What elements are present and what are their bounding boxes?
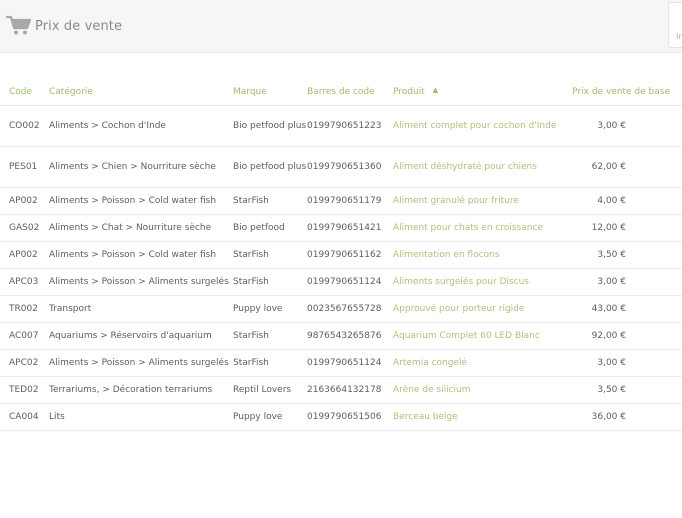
cell-produit[interactable]: Berceau beige [393, 403, 563, 431]
cell-produit[interactable]: Artemia congelé [393, 349, 563, 377]
cell-code: TR002 [0, 295, 49, 323]
cell-categorie: Aliments > Cochon d'Inde [49, 105, 233, 147]
cell-categorie: Aliments > Chat > Nourriture sèche [49, 214, 233, 242]
cell-barres: 0199790651179 [307, 187, 393, 215]
cell-categorie: Lits [49, 403, 233, 431]
cell-categorie: Terrariums, > Décoration terrariums [49, 376, 233, 404]
table-row[interactable]: PES01 Aliments > Chien > Nourriture sèche… [0, 146, 682, 188]
cell-prix: 43,00 € [563, 295, 682, 323]
cell-prix: 36,00 € [563, 403, 682, 431]
cell-code: AP002 [0, 187, 49, 215]
column-header-code[interactable]: Code [0, 78, 49, 106]
cell-code: AC007 [0, 322, 49, 350]
page-title: Prix de vente [35, 19, 123, 34]
cell-barres: 0199790651506 [307, 403, 393, 431]
table-row[interactable]: TED02 Terrariums, > Décoration terrariums… [0, 376, 682, 404]
search-box-text: Ir [676, 32, 682, 41]
table-header-row: Code Catégorie Marque Barres de code Pro… [0, 78, 682, 106]
table-row[interactable]: AP002 Aliments > Poisson > Cold water fis… [0, 187, 682, 215]
table-row[interactable]: APC02 Aliments > Poisson > Aliments surge… [0, 349, 682, 377]
cell-barres: 0023567655728 [307, 295, 393, 323]
column-header-produit-label: Produit [393, 86, 425, 97]
cell-marque: Puppy love [233, 403, 307, 431]
column-header-barres[interactable]: Barres de code [307, 78, 393, 106]
cell-code: TED02 [0, 376, 49, 404]
cell-code: GAS02 [0, 214, 49, 242]
cell-prix: 62,00 € [563, 146, 682, 188]
cell-barres: 9876543265876 [307, 322, 393, 350]
cell-categorie: Aliments > Poisson > Cold water fish [49, 241, 233, 269]
cell-produit[interactable]: Aliment granulé pour friture [393, 187, 563, 215]
cell-code: CO002 [0, 105, 49, 147]
cell-prix: 92,00 € [563, 322, 682, 350]
cell-code: AP002 [0, 241, 49, 269]
table-row[interactable]: GAS02 Aliments > Chat > Nourriture sèche B… [0, 214, 682, 242]
cell-barres: 2163664132178 [307, 376, 393, 404]
cell-barres: 0199790651124 [307, 349, 393, 377]
cell-categorie: Transport [49, 295, 233, 323]
cell-barres: 0199790651162 [307, 241, 393, 269]
cell-prix: 12,00 € [563, 214, 682, 242]
cell-code: APC03 [0, 268, 49, 296]
cell-marque: StarFish [233, 349, 307, 377]
cell-marque: Bio petfood [233, 214, 307, 242]
cell-produit[interactable]: Approuvé pour porteur rigide [393, 295, 563, 323]
cell-marque: Puppy love [233, 295, 307, 323]
cell-marque: StarFish [233, 322, 307, 350]
cell-categorie: Aliments > Poisson > Aliments surgelés [49, 349, 233, 377]
cell-produit[interactable]: Aquarium Complet 60 LED Blanc [393, 322, 563, 350]
cell-marque: StarFish [233, 268, 307, 296]
sort-ascending-icon[interactable]: ▲ [433, 86, 438, 94]
cell-produit[interactable]: Aliments surgelés pour Discus [393, 268, 563, 296]
cell-produit[interactable]: Alimentation en flocons [393, 241, 563, 269]
cell-code: PES01 [0, 146, 49, 188]
cart-icon [6, 15, 32, 35]
cell-categorie: Aquariums > Réservoirs d'aquarium [49, 322, 233, 350]
table-row[interactable]: TR002 Transport Puppy love 0023567655728 App… [0, 295, 682, 323]
cell-prix: 3,50 € [563, 241, 682, 269]
table-row[interactable]: CA004 Lits Puppy love 0199790651506 Berceau … [0, 403, 682, 431]
cell-prix: 3,00 € [563, 105, 682, 147]
cell-marque: Bio petfood plus [233, 105, 307, 147]
cell-categorie: Aliments > Chien > Nourriture sèche [49, 146, 233, 188]
cell-produit[interactable]: Aliment pour chats en croissance [393, 214, 563, 242]
cell-marque: StarFish [233, 187, 307, 215]
cell-prix: 3,50 € [563, 376, 682, 404]
cell-marque: Reptil Lovers [233, 376, 307, 404]
cell-marque: StarFish [233, 241, 307, 269]
cell-marque: Bio petfood plus [233, 146, 307, 188]
column-header-produit[interactable]: Produit ▲ [393, 78, 563, 106]
table-row[interactable]: APC03 Aliments > Poisson > Aliments surge… [0, 268, 682, 296]
cell-code: CA004 [0, 403, 49, 431]
cell-categorie: Aliments > Poisson > Cold water fish [49, 187, 233, 215]
cell-barres: 0199790651360 [307, 146, 393, 188]
cell-barres: 0199790651124 [307, 268, 393, 296]
cell-prix: 4,00 € [563, 187, 682, 215]
cell-code: APC02 [0, 349, 49, 377]
column-header-marque[interactable]: Marque [233, 78, 307, 106]
table-row[interactable]: AP002 Aliments > Poisson > Cold water fis… [0, 241, 682, 269]
sale-price-table: Code Catégorie Marque Barres de code Pro… [0, 78, 682, 431]
cell-produit[interactable]: Aliment complet pour cochon d'Inde [393, 105, 563, 147]
cell-categorie: Aliments > Poisson > Aliments surgelés [49, 268, 233, 296]
cell-barres: 0199790651223 [307, 105, 393, 147]
cell-barres: 0199790651421 [307, 214, 393, 242]
search-box[interactable]: Ir [668, 2, 682, 48]
cell-produit[interactable]: Aliment déshydraté pour chiens [393, 146, 563, 188]
table-row[interactable]: CO002 Aliments > Cochon d'Inde Bio petfood… [0, 105, 682, 147]
cell-produit[interactable]: Arène de silicium [393, 376, 563, 404]
column-header-categorie[interactable]: Catégorie [49, 78, 233, 106]
cell-prix: 3,00 € [563, 268, 682, 296]
column-header-prix[interactable]: Prix de vente de base [563, 78, 682, 106]
table-row[interactable]: AC007 Aquariums > Réservoirs d'aquarium St… [0, 322, 682, 350]
top-bar: Prix de vente Ir [0, 0, 682, 53]
cell-prix: 3,00 € [563, 349, 682, 377]
